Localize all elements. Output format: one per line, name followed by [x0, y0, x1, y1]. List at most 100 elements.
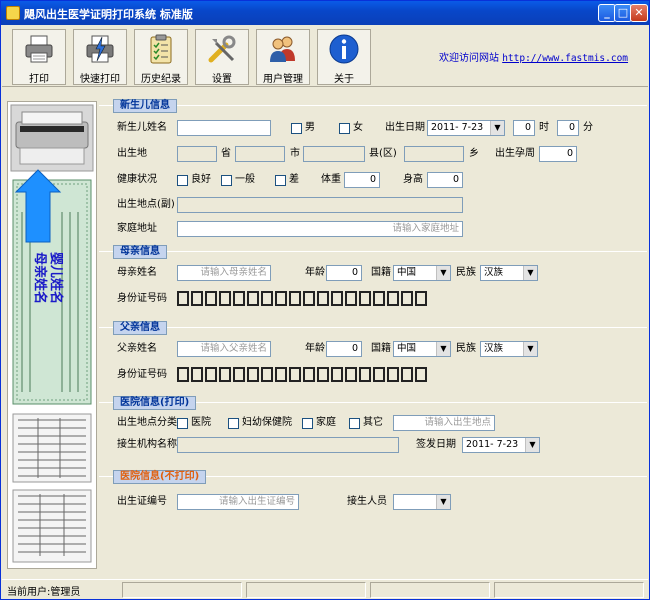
birth-hour-input[interactable]: 0 [513, 120, 535, 136]
maternal-checkbox[interactable] [228, 418, 239, 429]
weight-input[interactable]: 0 [344, 172, 380, 188]
app-window: 飓风出生医学证明打印系统 标准版 _ □ ✕ 打印 快速打印 历史纪录 设置 用… [0, 0, 650, 600]
toolbar: 打印 快速打印 历史纪录 设置 用户管理 关于 欢迎访问网站 http://ww… [2, 25, 648, 87]
other-option-label: 其它 [363, 417, 383, 428]
chevron-down-icon[interactable]: ▼ [523, 266, 537, 280]
health-normal-label: 一般 [235, 174, 255, 185]
history-button[interactable]: 历史纪录 [134, 29, 188, 85]
city-input[interactable] [235, 146, 285, 162]
mother-ethnic-select[interactable]: 汉族 ▼ [480, 265, 538, 281]
father-nation-select[interactable]: 中国 ▼ [393, 341, 451, 357]
tools-icon [208, 35, 236, 63]
father-divider [99, 327, 647, 328]
female-label: 女 [353, 122, 363, 133]
chevron-down-icon[interactable]: ▼ [490, 121, 504, 135]
hospital-option-label: 医院 [191, 417, 211, 428]
quick-print-icon [86, 35, 114, 63]
health-poor-checkbox[interactable] [275, 175, 286, 186]
print-label: 打印 [29, 74, 49, 85]
mother-ethnic-label: 民族 [456, 267, 476, 278]
mother-nation-value: 中国 [397, 267, 417, 278]
user-management-button[interactable]: 用户管理 [256, 29, 310, 85]
health-poor-label: 差 [289, 174, 299, 185]
chevron-down-icon[interactable]: ▼ [525, 438, 539, 452]
gestation-input[interactable]: 0 [539, 146, 577, 162]
mother-name-label: 母亲姓名 [117, 267, 157, 278]
mother-nation-select[interactable]: 中国 ▼ [393, 265, 451, 281]
print-button[interactable]: 打印 [12, 29, 66, 85]
newborn-divider [99, 105, 647, 106]
father-name-label: 父亲姓名 [117, 343, 157, 354]
cert-number-input[interactable]: 请输入出生证编号 [177, 494, 299, 510]
city-label: 市 [290, 148, 300, 159]
father-ethnic-label: 民族 [456, 343, 476, 354]
close-button[interactable]: ✕ [630, 4, 648, 22]
settings-label: 设置 [212, 74, 232, 85]
quick-print-button[interactable]: 快速打印 [73, 29, 127, 85]
mother-age-label: 年龄 [305, 267, 325, 278]
chevron-down-icon[interactable]: ▼ [436, 495, 450, 509]
father-ethnic-value: 汉族 [484, 343, 504, 354]
mother-id-input[interactable] [177, 291, 427, 307]
minute-label: 分 [583, 122, 593, 133]
current-user-status: 当前用户:管理员 [7, 587, 81, 598]
preview-mother-name: 母亲姓名 [32, 252, 48, 304]
father-section-title: 父亲信息 [113, 321, 167, 335]
father-id-input[interactable] [177, 367, 427, 383]
preview-pane: 婴儿姓名 母亲姓名 [7, 101, 97, 569]
status-bar: 当前用户:管理员 [2, 579, 648, 599]
weight-label: 体重 [321, 174, 341, 185]
about-button[interactable]: 关于 [317, 29, 371, 85]
township-input[interactable] [404, 146, 464, 162]
mother-age-input[interactable]: 0 [326, 265, 362, 281]
website-link[interactable]: 欢迎访问网站 http://www.fastmis.com [439, 49, 628, 64]
chevron-down-icon[interactable]: ▼ [436, 342, 450, 356]
address-input[interactable]: 请输入家庭地址 [177, 221, 463, 237]
health-normal-checkbox[interactable] [221, 175, 232, 186]
county-input[interactable] [303, 146, 365, 162]
province-input[interactable] [177, 146, 217, 162]
midwife-select[interactable]: ▼ [393, 494, 451, 510]
agency-input[interactable] [177, 437, 399, 453]
health-good-label: 良好 [191, 174, 211, 185]
father-nation-value: 中国 [397, 343, 417, 354]
other-checkbox[interactable] [349, 418, 360, 429]
birthdate-value: 2011- 7-23 [431, 122, 484, 133]
birth-minute-input[interactable]: 0 [557, 120, 579, 136]
printer-icon [25, 35, 53, 63]
home-checkbox[interactable] [302, 418, 313, 429]
website-text: 欢迎访问网站 [439, 53, 499, 64]
father-name-input[interactable]: 请输入父亲姓名 [177, 341, 271, 357]
birth-place-input[interactable]: 请输入出生地点 [393, 415, 495, 431]
height-input[interactable]: 0 [427, 172, 463, 188]
agency-label: 接生机构名称 [117, 439, 177, 450]
female-checkbox[interactable] [339, 123, 350, 134]
chevron-down-icon[interactable]: ▼ [436, 266, 450, 280]
place-category-label: 出生地点分类 [117, 417, 177, 428]
baby-name-input[interactable] [177, 120, 271, 136]
hospital-noprint-section-title: 医院信息(不打印) [113, 470, 207, 484]
mother-divider [99, 251, 647, 252]
father-age-input[interactable]: 0 [326, 341, 362, 357]
midwife-label: 接生人员 [347, 496, 387, 507]
settings-button[interactable]: 设置 [195, 29, 249, 85]
township-label: 乡 [469, 148, 479, 159]
mother-ethnic-value: 汉族 [484, 267, 504, 278]
mother-id-label: 身份证号码 [117, 293, 167, 304]
male-label: 男 [305, 122, 315, 133]
certificate-preview: 婴儿姓名 母亲姓名 [10, 104, 94, 563]
birthdate-label: 出生日期 [385, 122, 425, 133]
health-good-checkbox[interactable] [177, 175, 188, 186]
website-url[interactable]: http://www.fastmis.com [502, 53, 628, 64]
quick-print-label: 快速打印 [80, 74, 120, 85]
chevron-down-icon[interactable]: ▼ [523, 342, 537, 356]
mother-name-input[interactable]: 请输入母亲姓名 [177, 265, 271, 281]
issue-date-picker[interactable]: 2011- 7-23 ▼ [462, 437, 540, 453]
male-checkbox[interactable] [291, 123, 302, 134]
status-cell [122, 582, 242, 598]
birthplace2-input[interactable] [177, 197, 463, 213]
birthdate-picker[interactable]: 2011- 7-23 ▼ [427, 120, 505, 136]
hospital-checkbox[interactable] [177, 418, 188, 429]
father-ethnic-select[interactable]: 汉族 ▼ [480, 341, 538, 357]
info-icon [329, 34, 359, 64]
